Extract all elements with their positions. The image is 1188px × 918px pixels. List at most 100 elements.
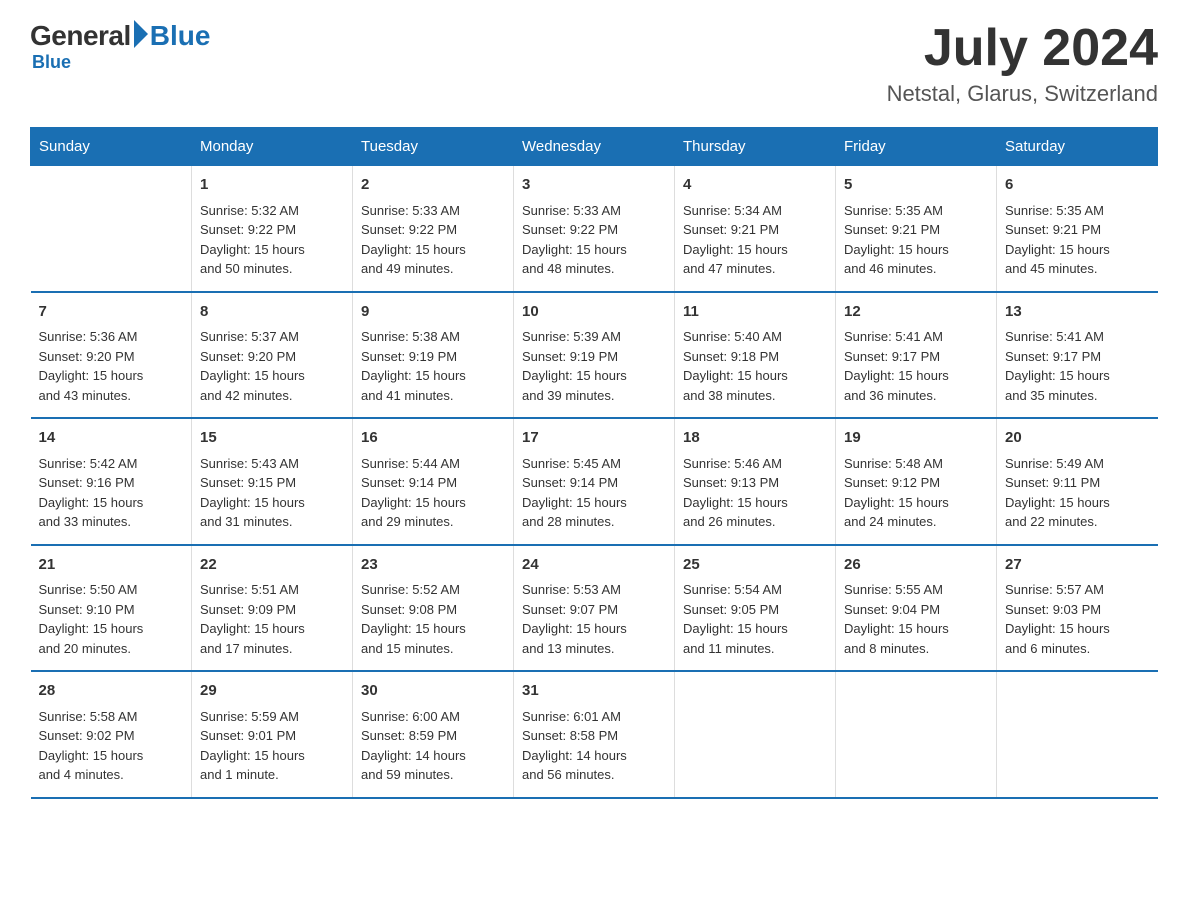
header-thursday: Thursday [675, 128, 836, 166]
day-number: 29 [200, 680, 344, 703]
day-number: 17 [522, 427, 666, 450]
header-wednesday: Wednesday [514, 128, 675, 166]
day-number: 3 [522, 174, 666, 197]
calendar-cell [997, 671, 1158, 798]
calendar-cell: 7 Sunrise: 5:36 AM Sunset: 9:20 PM Daylig… [31, 292, 192, 419]
calendar-cell: 1Sunrise: 5:32 AM Sunset: 9:22 PM Daylig… [192, 166, 353, 292]
day-info: Sunrise: 5:59 AM Sunset: 9:01 PM Dayligh… [200, 707, 344, 785]
calendar-cell: 17Sunrise: 5:45 AM Sunset: 9:14 PM Dayli… [514, 418, 675, 545]
day-info: Sunrise: 5:37 AM Sunset: 9:20 PM Dayligh… [200, 327, 344, 405]
calendar-cell: 22 Sunrise: 5:51 AM Sunset: 9:09 PM Dayli… [192, 545, 353, 672]
day-number: 28 [39, 680, 184, 703]
calendar-cell: 18 Sunrise: 5:46 AM Sunset: 9:13 PM Dayli… [675, 418, 836, 545]
page-header: General Blue Blue July 2024 Netstal, Gla… [30, 20, 1158, 107]
day-info: Sunrise: 5:35 AM Sunset: 9:21 PM Dayligh… [844, 201, 988, 279]
day-info: Sunrise: 5:44 AM Sunset: 9:14 PM Dayligh… [361, 454, 505, 532]
day-info: Sunrise: 5:42 AM Sunset: 9:16 PM Dayligh… [39, 454, 184, 532]
day-info: Sunrise: 5:38 AM Sunset: 9:19 PM Dayligh… [361, 327, 505, 405]
header-row: SundayMondayTuesdayWednesdayThursdayFrid… [31, 128, 1158, 166]
location-subtitle: Netstal, Glarus, Switzerland [887, 81, 1158, 107]
day-info: Sunrise: 5:33 AM Sunset: 9:22 PM Dayligh… [522, 201, 666, 279]
day-number: 12 [844, 301, 988, 324]
day-number: 6 [1005, 174, 1150, 197]
day-info: Sunrise: 5:46 AM Sunset: 9:13 PM Dayligh… [683, 454, 827, 532]
week-row-5: 28 Sunrise: 5:58 AM Sunset: 9:02 PM Dayli… [31, 671, 1158, 798]
day-info: Sunrise: 5:43 AM Sunset: 9:15 PM Dayligh… [200, 454, 344, 532]
calendar-cell: 5 Sunrise: 5:35 AM Sunset: 9:21 PM Daylig… [836, 166, 997, 292]
day-number: 5 [844, 174, 988, 197]
header-tuesday: Tuesday [353, 128, 514, 166]
day-number: 1 [200, 174, 344, 197]
week-row-4: 21 Sunrise: 5:50 AM Sunset: 9:10 PM Dayli… [31, 545, 1158, 672]
calendar-cell: 11Sunrise: 5:40 AM Sunset: 9:18 PM Dayli… [675, 292, 836, 419]
calendar-cell: 25Sunrise: 5:54 AM Sunset: 9:05 PM Dayli… [675, 545, 836, 672]
calendar-cell [31, 166, 192, 292]
day-info: Sunrise: 5:41 AM Sunset: 9:17 PM Dayligh… [844, 327, 988, 405]
day-number: 7 [39, 301, 184, 324]
day-number: 9 [361, 301, 505, 324]
day-number: 26 [844, 554, 988, 577]
calendar-cell: 10 Sunrise: 5:39 AM Sunset: 9:19 PM Dayli… [514, 292, 675, 419]
day-info: Sunrise: 5:36 AM Sunset: 9:20 PM Dayligh… [39, 327, 184, 405]
day-number: 18 [683, 427, 827, 450]
day-number: 21 [39, 554, 184, 577]
day-number: 19 [844, 427, 988, 450]
logo: General Blue Blue [30, 20, 210, 73]
calendar-cell [675, 671, 836, 798]
logo-triangle-icon [134, 20, 148, 48]
calendar-cell: 8Sunrise: 5:37 AM Sunset: 9:20 PM Daylig… [192, 292, 353, 419]
header-friday: Friday [836, 128, 997, 166]
calendar-cell: 14 Sunrise: 5:42 AM Sunset: 9:16 PM Dayli… [31, 418, 192, 545]
calendar-cell: 21 Sunrise: 5:50 AM Sunset: 9:10 PM Dayli… [31, 545, 192, 672]
day-info: Sunrise: 5:54 AM Sunset: 9:05 PM Dayligh… [683, 580, 827, 658]
day-number: 16 [361, 427, 505, 450]
calendar-cell: 16 Sunrise: 5:44 AM Sunset: 9:14 PM Dayli… [353, 418, 514, 545]
day-info: Sunrise: 6:00 AM Sunset: 8:59 PM Dayligh… [361, 707, 505, 785]
title-section: July 2024 Netstal, Glarus, Switzerland [887, 20, 1158, 107]
calendar-cell [836, 671, 997, 798]
calendar-cell: 19 Sunrise: 5:48 AM Sunset: 9:12 PM Dayli… [836, 418, 997, 545]
calendar-cell: 27Sunrise: 5:57 AM Sunset: 9:03 PM Dayli… [997, 545, 1158, 672]
calendar-table: SundayMondayTuesdayWednesdayThursdayFrid… [30, 127, 1158, 799]
day-number: 22 [200, 554, 344, 577]
day-info: Sunrise: 5:52 AM Sunset: 9:08 PM Dayligh… [361, 580, 505, 658]
month-year-title: July 2024 [887, 20, 1158, 77]
day-number: 31 [522, 680, 666, 703]
day-info: Sunrise: 5:49 AM Sunset: 9:11 PM Dayligh… [1005, 454, 1150, 532]
day-info: Sunrise: 5:50 AM Sunset: 9:10 PM Dayligh… [39, 580, 184, 658]
day-number: 14 [39, 427, 184, 450]
day-info: Sunrise: 5:51 AM Sunset: 9:09 PM Dayligh… [200, 580, 344, 658]
day-info: Sunrise: 5:34 AM Sunset: 9:21 PM Dayligh… [683, 201, 827, 279]
day-number: 27 [1005, 554, 1150, 577]
calendar-cell: 2Sunrise: 5:33 AM Sunset: 9:22 PM Daylig… [353, 166, 514, 292]
calendar-cell: 15 Sunrise: 5:43 AM Sunset: 9:15 PM Dayli… [192, 418, 353, 545]
calendar-cell: 9 Sunrise: 5:38 AM Sunset: 9:19 PM Daylig… [353, 292, 514, 419]
day-number: 15 [200, 427, 344, 450]
calendar-cell: 29 Sunrise: 5:59 AM Sunset: 9:01 PM Dayli… [192, 671, 353, 798]
day-info: Sunrise: 5:35 AM Sunset: 9:21 PM Dayligh… [1005, 201, 1150, 279]
week-row-2: 7 Sunrise: 5:36 AM Sunset: 9:20 PM Daylig… [31, 292, 1158, 419]
day-info: Sunrise: 5:48 AM Sunset: 9:12 PM Dayligh… [844, 454, 988, 532]
day-number: 23 [361, 554, 505, 577]
logo-general-text: General [30, 20, 131, 52]
day-info: Sunrise: 5:33 AM Sunset: 9:22 PM Dayligh… [361, 201, 505, 279]
day-info: Sunrise: 5:39 AM Sunset: 9:19 PM Dayligh… [522, 327, 666, 405]
day-number: 20 [1005, 427, 1150, 450]
day-number: 13 [1005, 301, 1150, 324]
header-sunday: Sunday [31, 128, 192, 166]
day-info: Sunrise: 5:55 AM Sunset: 9:04 PM Dayligh… [844, 580, 988, 658]
calendar-header: SundayMondayTuesdayWednesdayThursdayFrid… [31, 128, 1158, 166]
day-number: 4 [683, 174, 827, 197]
day-info: Sunrise: 5:53 AM Sunset: 9:07 PM Dayligh… [522, 580, 666, 658]
day-info: Sunrise: 5:41 AM Sunset: 9:17 PM Dayligh… [1005, 327, 1150, 405]
calendar-body: 1Sunrise: 5:32 AM Sunset: 9:22 PM Daylig… [31, 166, 1158, 798]
week-row-1: 1Sunrise: 5:32 AM Sunset: 9:22 PM Daylig… [31, 166, 1158, 292]
calendar-cell: 12 Sunrise: 5:41 AM Sunset: 9:17 PM Dayli… [836, 292, 997, 419]
day-number: 11 [683, 301, 827, 324]
day-info: Sunrise: 5:58 AM Sunset: 9:02 PM Dayligh… [39, 707, 184, 785]
logo-bottom-text: Blue [32, 52, 71, 73]
day-number: 10 [522, 301, 666, 324]
calendar-cell: 3 Sunrise: 5:33 AM Sunset: 9:22 PM Daylig… [514, 166, 675, 292]
day-number: 24 [522, 554, 666, 577]
calendar-cell: 28 Sunrise: 5:58 AM Sunset: 9:02 PM Dayli… [31, 671, 192, 798]
